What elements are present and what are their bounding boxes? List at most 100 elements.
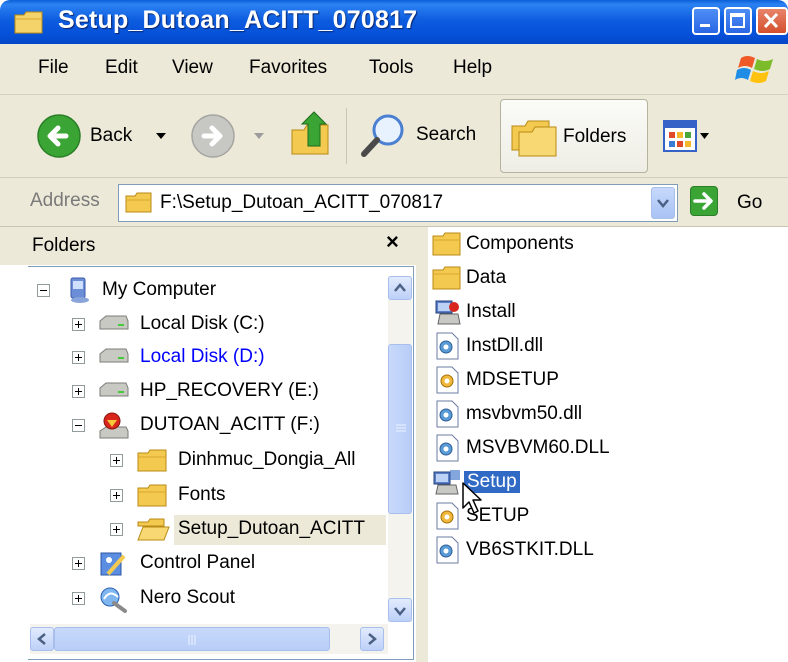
- dll-icon: [436, 536, 459, 564]
- menu-help[interactable]: Help: [453, 57, 492, 79]
- expand-toggle[interactable]: [72, 557, 85, 570]
- close-button[interactable]: [756, 7, 788, 35]
- folder-icon: [137, 449, 167, 472]
- install-exe-icon: [435, 300, 461, 325]
- file-item-msvbvm50[interactable]: msvbvm50.dll: [432, 398, 772, 430]
- folders-vertical-scrollbar[interactable]: [388, 276, 412, 622]
- scroll-up-button[interactable]: [388, 276, 412, 300]
- tree-item-my-computer[interactable]: My Computer: [32, 276, 386, 306]
- address-folder-icon: [125, 192, 152, 213]
- file-item-msvbvm60[interactable]: MSVBVM60.DLL: [432, 432, 772, 464]
- up-folder-icon[interactable]: [288, 110, 334, 160]
- explorer-window: Setup_Dutoan_ACITT_070817 File Edit View…: [0, 0, 788, 662]
- chevron-down-icon: [657, 199, 669, 208]
- folder-icon: [432, 232, 461, 256]
- tree-item-setup-dutoan-acitt[interactable]: Setup_Dutoan_ACITT: [32, 515, 386, 545]
- address-dropdown-button[interactable]: [651, 187, 675, 219]
- minimize-icon: [700, 24, 710, 27]
- folders-pane-close-button[interactable]: ×: [386, 229, 399, 255]
- file-item-install[interactable]: Install: [432, 296, 772, 328]
- tree-label: Dinhmuc_Dongia_All: [178, 449, 356, 470]
- chevron-up-icon: [394, 283, 406, 292]
- folders-pane-title: Folders: [32, 235, 96, 256]
- chevron-down-icon: [394, 607, 406, 616]
- collapse-toggle[interactable]: [37, 284, 50, 297]
- setup-config-icon: [436, 502, 459, 530]
- maximize-button[interactable]: [724, 7, 752, 35]
- setup-exe-icon: [433, 470, 460, 495]
- dll-icon: [436, 434, 459, 462]
- tree-label: Local Disk (D:): [140, 346, 265, 367]
- search-button[interactable]: Search: [358, 110, 488, 160]
- tree-item-local-disk-d[interactable]: Local Disk (D:): [32, 343, 386, 373]
- forward-button[interactable]: [190, 113, 270, 159]
- maximize-icon: [730, 13, 745, 28]
- back-label: Back: [90, 125, 133, 146]
- expand-toggle[interactable]: [110, 523, 123, 536]
- folders-button[interactable]: Folders: [500, 99, 648, 173]
- file-item-instdll[interactable]: InstDll.dll: [432, 330, 772, 362]
- views-dropdown-icon: [700, 133, 709, 139]
- file-item-vb6stkit[interactable]: VB6STKIT.DLL: [432, 534, 772, 566]
- menu-tools[interactable]: Tools: [369, 57, 413, 79]
- file-item-mdsetup[interactable]: MDSETUP: [432, 364, 772, 396]
- search-label: Search: [416, 124, 477, 145]
- tree-label: Setup_Dutoan_ACITT: [178, 518, 365, 539]
- tree-item-fonts[interactable]: Fonts: [32, 481, 386, 511]
- folders-label: Folders: [563, 126, 627, 147]
- file-name: MSVBVM60.DLL: [466, 437, 610, 458]
- vertical-scroll-thumb[interactable]: [388, 344, 412, 514]
- tree-item-control-panel[interactable]: Control Panel: [32, 549, 386, 579]
- chevron-right-icon: [368, 633, 377, 645]
- back-arrow-icon: [37, 114, 81, 158]
- horizontal-scroll-thumb[interactable]: [54, 627, 330, 651]
- tree-item-local-disk-c[interactable]: Local Disk (C:): [32, 310, 386, 340]
- tree-item-hp-recovery[interactable]: HP_RECOVERY (E:): [32, 377, 386, 407]
- tree-item-dinhmuc-dongia-all[interactable]: Dinhmuc_Dongia_All: [32, 446, 386, 476]
- menu-view[interactable]: View: [172, 57, 213, 79]
- scroll-left-button[interactable]: [30, 627, 54, 651]
- cd-drive-icon: [99, 412, 129, 439]
- pane-splitter[interactable]: [416, 227, 428, 662]
- expand-toggle[interactable]: [110, 454, 123, 467]
- expand-toggle[interactable]: [72, 318, 85, 331]
- tree-label: Nero Scout: [140, 587, 236, 608]
- expand-toggle[interactable]: [72, 592, 85, 605]
- menu-favorites[interactable]: Favorites: [249, 57, 327, 79]
- expand-toggle[interactable]: [72, 351, 85, 364]
- file-item-data[interactable]: Data: [432, 262, 772, 294]
- forward-dropdown-icon[interactable]: [252, 131, 266, 141]
- views-button[interactable]: [662, 115, 710, 157]
- folder-icon: [137, 484, 167, 507]
- minimize-button[interactable]: [692, 7, 720, 35]
- tree-label: Control Panel: [140, 552, 256, 573]
- tree-item-nero-scout[interactable]: Nero Scout: [32, 584, 386, 614]
- go-arrow-icon: [693, 192, 713, 210]
- drive-icon: [99, 348, 129, 363]
- mouse-cursor-icon: [462, 482, 482, 514]
- control-panel-icon: [100, 552, 126, 576]
- scroll-right-button[interactable]: [360, 627, 384, 651]
- back-dropdown-icon[interactable]: [154, 131, 168, 141]
- tree-item-dutoan-acitt[interactable]: DUTOAN_ACITT (F:): [32, 411, 386, 441]
- grip-icon: [188, 635, 196, 645]
- expand-toggle[interactable]: [110, 489, 123, 502]
- go-label[interactable]: Go: [737, 192, 762, 214]
- file-item-components[interactable]: Components: [432, 228, 772, 260]
- scroll-down-button[interactable]: [388, 598, 412, 622]
- folders-horizontal-scrollbar[interactable]: [30, 624, 388, 654]
- expand-toggle[interactable]: [72, 385, 85, 398]
- menu-edit[interactable]: Edit: [105, 57, 138, 79]
- collapse-toggle[interactable]: [72, 419, 85, 432]
- menu-file[interactable]: File: [38, 57, 69, 79]
- toolbar-separator: [346, 108, 347, 164]
- back-button[interactable]: Back: [36, 113, 176, 159]
- file-name: Data: [466, 267, 507, 288]
- computer-icon: [70, 277, 89, 303]
- go-button[interactable]: [690, 186, 718, 216]
- drive-icon: [99, 382, 129, 397]
- title-bar[interactable]: Setup_Dutoan_ACITT_070817: [0, 0, 788, 44]
- address-value[interactable]: F:\Setup_Dutoan_ACITT_070817: [160, 192, 443, 214]
- tree-label: DUTOAN_ACITT (F:): [140, 414, 320, 435]
- file-name: Components: [466, 233, 574, 254]
